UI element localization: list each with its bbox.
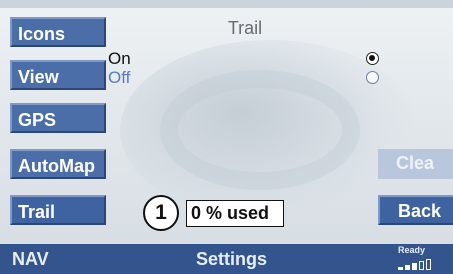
option-off-radio[interactable]	[366, 71, 379, 84]
sidebar-item-automap[interactable]: AutoMap	[10, 149, 106, 179]
signal-bar-1	[398, 267, 403, 270]
sidebar-item-trail[interactable]: Trail	[10, 195, 106, 225]
callout-marker: 1	[143, 195, 179, 231]
signal-bar-3	[412, 263, 417, 270]
sidebar-item-icons[interactable]: Icons	[10, 17, 106, 47]
signal-bar-2	[405, 265, 410, 270]
clear-button[interactable]: Clea	[378, 149, 453, 179]
status-bar: NAV Settings Ready	[0, 244, 453, 274]
option-off-label[interactable]: Off	[108, 68, 130, 88]
ready-label: Ready	[398, 245, 426, 255]
memory-usage-field: 0 % used	[186, 200, 284, 227]
top-strip	[0, 0, 453, 8]
option-on-radio[interactable]	[366, 52, 379, 65]
signal-bar-5	[426, 259, 431, 270]
back-button[interactable]: Back	[378, 195, 453, 225]
page-label: Settings	[196, 249, 268, 269]
nav-label[interactable]: NAV	[12, 249, 49, 270]
signal-bar-4	[419, 261, 424, 270]
gps-signal-icon	[398, 258, 453, 270]
navigation-settings-screen: Icons View GPS AutoMap Trail Trail On Of…	[0, 0, 453, 274]
background-ring	[160, 70, 360, 190]
sidebar-item-gps[interactable]: GPS	[10, 103, 106, 133]
sidebar-item-view[interactable]: View	[10, 60, 106, 90]
panel-title: Trail	[227, 18, 263, 38]
option-on-label[interactable]: On	[108, 49, 131, 69]
